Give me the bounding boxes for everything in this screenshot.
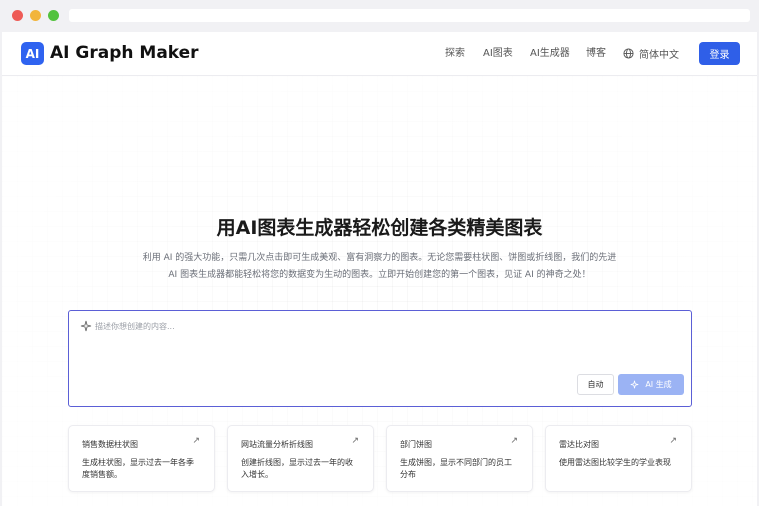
- nav-link-explore[interactable]: 探索: [445, 47, 465, 61]
- language-label: 简体中文: [639, 50, 679, 61]
- page: AI AI Graph Maker 探索 AI图表 AI生成器 博客 简体中文 …: [2, 32, 757, 506]
- ai-logo-icon[interactable]: AI: [21, 42, 44, 65]
- example-card-traffic-line[interactable]: 网站流量分析折线图 ↗ 创建折线图，显示过去一年的收入增长。: [227, 425, 374, 492]
- example-card-sales-bar[interactable]: 销售数据柱状图 ↗ 生成柱状图，显示过去一年各季度销售额。: [68, 425, 215, 492]
- card-title: 网站流量分析折线图: [241, 440, 313, 449]
- arrow-up-right-icon: ↗: [351, 436, 359, 446]
- card-description: 创建折线图，显示过去一年的收入增长。: [241, 458, 353, 479]
- sparkle-icon: [80, 320, 92, 332]
- example-card-radar[interactable]: 雷达比对图 ↗ 使用雷达图比较学生的学业表现: [545, 425, 692, 492]
- maximize-window-button[interactable]: [48, 10, 59, 21]
- nav-link-ai-generator[interactable]: AI生成器: [530, 47, 570, 61]
- hero-description: 利用 AI 的强大功能，只需几次点击即可生成美观、富有洞察力的图表。无论您需要柱…: [142, 253, 617, 280]
- page-title: 用AI图表生成器轻松创建各类精美图表: [216, 217, 543, 239]
- card-title: 销售数据柱状图: [82, 440, 138, 449]
- ai-generate-label: AI 生成: [645, 380, 672, 389]
- card-description: 生成饼图，显示不同部门的员工分布: [400, 458, 512, 479]
- prompt-placeholder: 描述你想创建的内容...: [95, 322, 175, 331]
- example-card-department-pie[interactable]: 部门饼图 ↗ 生成饼图，显示不同部门的员工分布: [386, 425, 533, 492]
- minimize-window-button[interactable]: [30, 10, 41, 21]
- login-button[interactable]: 登录: [699, 42, 740, 65]
- card-title: 部门饼图: [400, 440, 432, 449]
- nav-link-ai-charts[interactable]: AI图表: [483, 47, 513, 61]
- globe-icon: [623, 48, 634, 59]
- card-description: 生成柱状图，显示过去一年各季度销售额。: [82, 458, 194, 479]
- card-title: 雷达比对图: [559, 440, 599, 449]
- nav-link-blog[interactable]: 博客: [586, 47, 606, 61]
- close-window-button[interactable]: [12, 10, 23, 21]
- navbar: AI AI Graph Maker 探索 AI图表 AI生成器 博客 简体中文 …: [2, 32, 757, 76]
- prompt-input[interactable]: 描述你想创建的内容... 自动 AI 生成: [68, 310, 692, 407]
- arrow-up-right-icon: ↗: [510, 436, 518, 446]
- browser-chrome: [0, 0, 759, 32]
- ai-generate-button[interactable]: AI 生成: [618, 374, 684, 395]
- address-bar[interactable]: [69, 9, 750, 22]
- brand-name[interactable]: AI Graph Maker: [50, 42, 199, 65]
- auto-button[interactable]: 自动: [577, 374, 614, 395]
- language-selector[interactable]: 简体中文: [623, 46, 679, 61]
- arrow-up-right-icon: ↗: [192, 436, 200, 446]
- card-description: 使用雷达图比较学生的学业表现: [559, 458, 671, 467]
- arrow-up-right-icon: ↗: [669, 436, 677, 446]
- sparkle-icon: [630, 380, 639, 389]
